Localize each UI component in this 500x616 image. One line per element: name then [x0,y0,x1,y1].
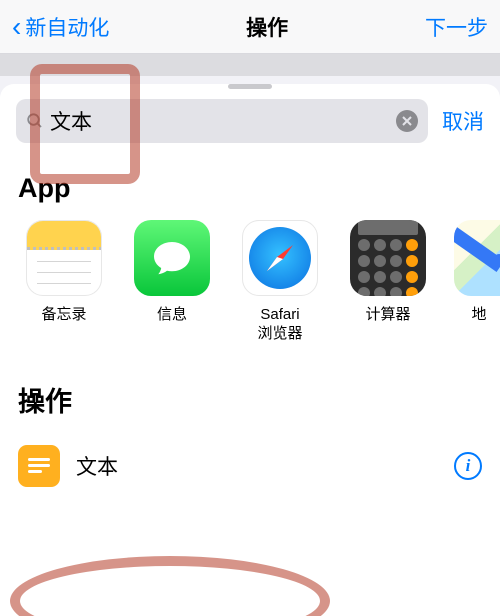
app-label: 计算器 [365,306,410,325]
app-messages[interactable]: 信息 [130,220,214,344]
info-icon[interactable]: i [454,452,482,480]
action-label: 文本 [76,451,438,481]
safari-icon [242,220,318,296]
sheet-grabber[interactable] [228,84,272,89]
app-label: Safari 浏览器 [257,306,302,344]
back-button[interactable]: ‹ 新自动化 [12,12,109,42]
maps-icon [454,220,500,296]
app-notes[interactable]: 备忘录 [22,220,106,344]
text-action-icon [18,445,60,487]
background-strip [0,54,500,76]
page-title: 操作 [246,12,288,42]
search-input[interactable] [50,109,396,133]
navbar: ‹ 新自动化 操作 下一步 [0,0,500,54]
clear-search-button[interactable] [396,110,418,132]
search-icon [26,112,44,130]
search-row: 取消 [0,99,500,155]
app-calculator[interactable]: 计算器 [346,220,430,344]
back-label: 新自动化 [25,12,109,42]
action-row-text[interactable]: 文本 i [0,437,500,501]
section-title-actions: 操作 [0,344,500,437]
cancel-button[interactable]: 取消 [442,106,484,136]
messages-icon [134,220,210,296]
action-sheet: 取消 App 备忘录 信息 Safari 浏览器 [0,84,500,616]
app-label: 地 [471,306,486,325]
calculator-icon [350,220,426,296]
search-field[interactable] [16,99,428,143]
next-button[interactable]: 下一步 [425,12,488,42]
chevron-left-icon: ‹ [12,13,21,41]
app-label: 信息 [157,306,187,325]
app-row[interactable]: 备忘录 信息 Safari 浏览器 [0,220,500,344]
app-maps[interactable]: 地 [454,220,500,344]
app-label: 备忘录 [41,306,86,325]
section-title-app: App [0,155,500,220]
notes-icon [26,220,102,296]
annotation-highlight-action [10,556,330,616]
app-safari[interactable]: Safari 浏览器 [238,220,322,344]
